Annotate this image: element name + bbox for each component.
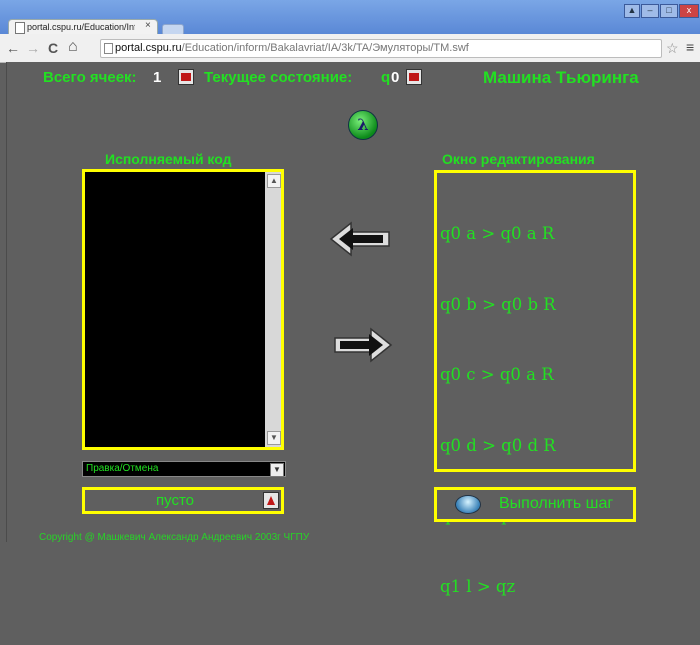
scroll-down-arrow[interactable]: ▼: [267, 431, 281, 445]
step-button-label: Выполнить шаг: [499, 495, 614, 512]
code-scrollbar[interactable]: ▲ ▼: [265, 172, 281, 447]
star-icon[interactable]: ☆: [666, 40, 679, 57]
code-line: q0 d > q0 d R: [440, 435, 556, 455]
browser-titlebar: portal.cspu.ru/Education/Inf × ▲ – □ x: [0, 0, 700, 36]
url-path: /Education/inform/Bakalavriat/IA/3k/TA/Э…: [181, 42, 469, 54]
code-line: q0 c > q0 a R: [440, 365, 554, 384]
copyright-text: Copyright @ Машкевич Александр Андреевич…: [39, 532, 310, 543]
edit-undo-select[interactable]: Правка/Отмена ▼: [82, 461, 286, 477]
tab-title: portal.cspu.ru/Education/Inf: [27, 22, 135, 32]
browser-tab[interactable]: portal.cspu.ru/Education/Inf ×: [8, 19, 158, 35]
code-line: q0 b > q0 b R: [440, 294, 556, 314]
turing-machine-app: Всего ячеек: 1 Текущее состояние: q 0 Ма…: [6, 62, 700, 596]
window-restore-button[interactable]: ▲: [624, 4, 640, 18]
exec-code-panel[interactable]: ▲ ▼: [82, 169, 284, 450]
edit-window[interactable]: q0 a > q0 a R q0 b > q0 b R q0 c > q0 a …: [434, 170, 636, 596]
url-text: portal.cspu.ru/Education/inform/Bakalavr…: [115, 40, 469, 57]
chevron-down-icon[interactable]: ▼: [270, 463, 284, 477]
red-square-icon[interactable]: [178, 69, 194, 85]
back-icon[interactable]: ←: [6, 40, 20, 56]
close-icon[interactable]: ×: [145, 20, 151, 31]
menu-icon[interactable]: ≡: [686, 39, 694, 55]
red-up-arrow-icon[interactable]: [263, 492, 279, 509]
tape-empty-label: пусто: [156, 492, 194, 509]
home-icon[interactable]: ⌂: [68, 38, 78, 56]
lambda-icon[interactable]: λ: [348, 110, 378, 140]
state-label: Текущее состояние:: [204, 69, 353, 86]
red-square-icon[interactable]: [406, 69, 422, 85]
arrow-left-icon[interactable]: [329, 219, 391, 259]
app-title: Машина Тьюринга: [483, 68, 639, 87]
forward-icon[interactable]: →: [26, 40, 40, 56]
url-input[interactable]: portal.cspu.ru/Education/inform/Bakalavr…: [100, 39, 662, 58]
tape-field[interactable]: пусто: [82, 487, 284, 514]
code-line: q1 l > qz: [440, 576, 516, 596]
arrow-right-icon[interactable]: [333, 325, 393, 365]
address-bar: ← → C ⌂ portal.cspu.ru/Education/inform/…: [0, 34, 700, 63]
step-button[interactable]: Выполнить шаг: [434, 487, 636, 522]
state-value-digit: 0: [391, 69, 400, 86]
page-icon: [15, 22, 25, 34]
state-value-prefix: q: [381, 69, 391, 86]
page-icon: [104, 43, 113, 54]
select-value: Правка/Отмена: [86, 463, 159, 474]
window-maximize-button[interactable]: □: [660, 4, 678, 18]
reload-icon[interactable]: C: [48, 40, 58, 56]
url-host: portal.cspu.ru: [115, 42, 182, 54]
cells-label: Всего ячеек:: [43, 69, 137, 86]
edit-window-label: Окно редактирования: [442, 151, 595, 167]
code-line: q0 a > q0 a R: [440, 224, 555, 243]
exec-code-label: Исполняемый код: [105, 151, 232, 167]
window-minimize-button[interactable]: –: [641, 4, 659, 18]
gem-icon: [455, 495, 481, 514]
window-close-button[interactable]: x: [679, 4, 699, 18]
edit-code[interactable]: q0 a > q0 a R q0 b > q0 b R q0 c > q0 a …: [440, 175, 556, 645]
cells-value: 1: [153, 69, 162, 86]
scroll-up-arrow[interactable]: ▲: [267, 174, 281, 188]
